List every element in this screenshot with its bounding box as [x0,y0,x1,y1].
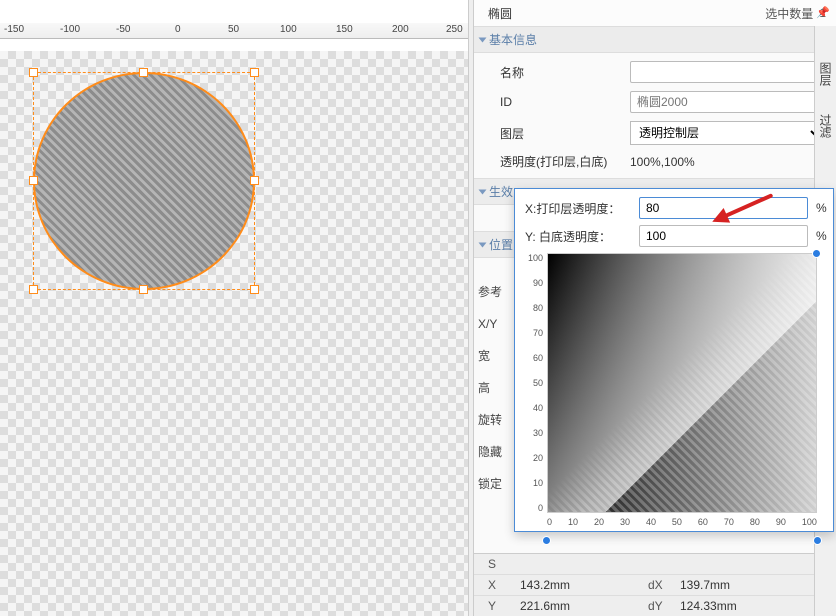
tab-filter[interactable]: 过滤 [815,108,836,144]
status-y-label: Y [488,599,502,613]
section-position-label: 位置 [489,236,513,253]
picker-axis-marker[interactable] [542,536,551,545]
layer-label: 图层 [500,125,620,142]
ruler-tick: -50 [116,24,130,35]
ruler-tick: 150 [336,24,353,35]
percent-unit: % [816,229,827,243]
ruler-tick: 0 [175,24,181,35]
ruler-tick: 250 [446,24,463,35]
section-basic-info[interactable]: 基本信息 [474,26,836,53]
white-opacity-input[interactable] [639,225,808,247]
status-dx-value: 139.7mm [680,578,790,592]
picker-marker[interactable] [812,249,821,258]
status-dy-label: dY [648,599,662,613]
ruler-horizontal: -150 -100 -50 0 50 100 150 200 250 [0,23,468,39]
section-effect-label: 生效 [489,183,513,200]
status-dy-value: 124.33mm [680,599,790,613]
picker-x-axis: 010 2030 4050 6070 8090 100 [547,517,817,527]
id-label: ID [500,95,620,109]
picker-axis-marker[interactable] [813,536,822,545]
resize-handle-tl[interactable] [29,68,38,77]
percent-unit: % [816,201,827,215]
object-type-label: 椭圆 [488,5,512,22]
resize-handle-tr[interactable] [250,68,259,77]
ruler-tick: 100 [280,24,297,35]
xy-label: X/Y [478,308,502,340]
name-label: 名称 [500,64,620,81]
status-bar: S X 143.2mm dX 139.7mm Y 221.6mm dY 124.… [474,553,836,616]
ruler-tick: 200 [392,24,409,35]
collapse-icon [479,37,487,42]
layer-select[interactable]: 透明控制层 [630,121,824,145]
locked-label: 锁定 [478,468,502,500]
opacity-pair-label: 透明度(打印层,白底) [500,153,620,170]
tab-layer[interactable]: 图层 [815,56,836,92]
print-opacity-input[interactable] [639,197,808,219]
status-s-label: S [488,557,502,571]
hidden-label: 隐藏 [478,436,502,468]
status-x-value: 143.2mm [520,578,630,592]
canvas-viewport[interactable]: -150 -100 -50 0 50 100 150 200 250 [0,0,468,616]
opacity-picker-popup: X:打印层透明度： % Y: 白底透明度： % 010 2030 4050 60… [514,188,834,532]
section-basic-label: 基本信息 [489,31,537,48]
picker-y-axis: 010 2030 4050 6070 8090 100 [525,253,543,513]
opacity-2d-picker[interactable] [547,253,817,513]
resize-handle-bl[interactable] [29,285,38,294]
properties-panel: 📌 椭圆 选中数量 1 基本信息 名称 ID 图层 透 [474,0,836,616]
white-opacity-label: Y: 白底透明度： [525,228,631,245]
position-field-labels: 参考 X/Y 宽 高 旋转 隐藏 锁定 [478,276,502,500]
pin-icon[interactable]: 📌 [816,6,830,19]
status-dx-label: dX [648,578,662,592]
ruler-tick: -100 [60,24,80,35]
status-x-label: X [488,578,502,592]
selection-bounding-box[interactable] [33,72,255,290]
resize-handle-tm[interactable] [139,68,148,77]
collapse-icon [479,242,487,247]
print-opacity-label: X:打印层透明度： [525,200,631,217]
collapse-icon [479,189,487,194]
selection-count-label: 选中数量 [765,5,813,22]
height-label: 高 [478,372,502,404]
rotate-label: 旋转 [478,404,502,436]
opacity-pair-value[interactable]: 100%,100% [630,155,824,169]
status-y-value: 221.6mm [520,599,630,613]
id-input [630,91,824,113]
width-label: 宽 [478,340,502,372]
name-input[interactable] [630,61,824,83]
ruler-tick: 50 [228,24,239,35]
resize-handle-br[interactable] [250,285,259,294]
ref-label: 参考 [478,276,502,308]
ruler-tick: -150 [4,24,24,35]
resize-handle-mr[interactable] [250,176,259,185]
resize-handle-bm[interactable] [139,285,148,294]
resize-handle-ml[interactable] [29,176,38,185]
